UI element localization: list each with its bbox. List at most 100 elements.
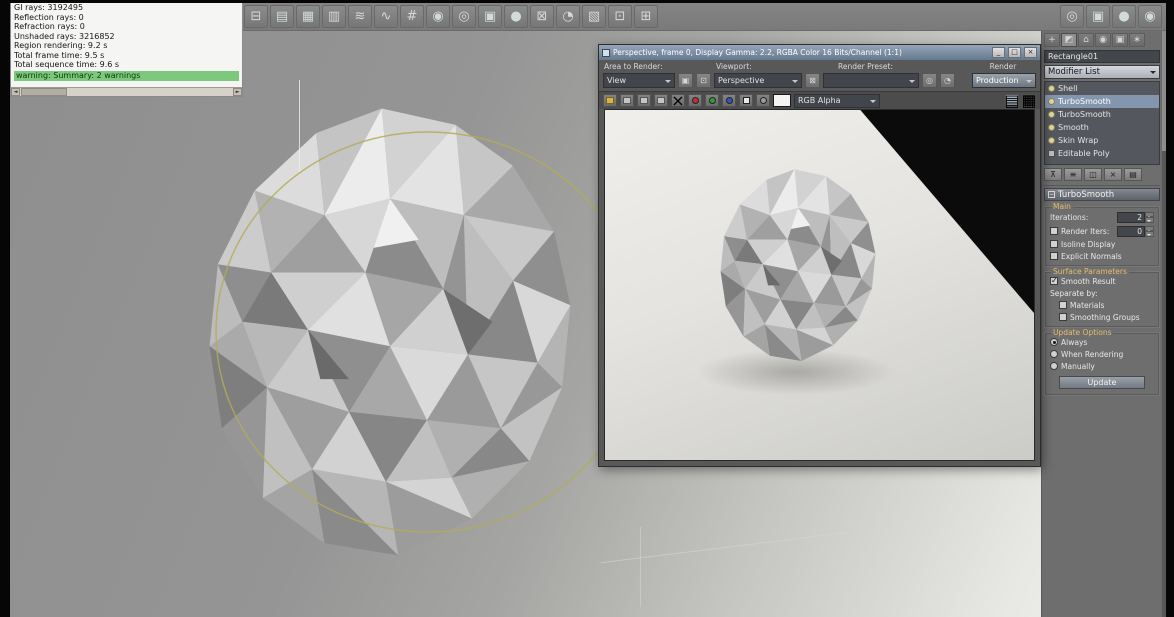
horizontal-scrollbar[interactable]: ◄ ►	[11, 87, 242, 96]
environment-icon[interactable]: ◔	[940, 73, 955, 88]
red-channel-icon[interactable]	[688, 94, 702, 107]
rendered-frame-window-icon[interactable]: ▣	[478, 5, 502, 28]
mono-square	[742, 97, 750, 104]
area-to-render-dropdown[interactable]: View	[603, 73, 675, 88]
render-iters-value[interactable]: 0	[1117, 225, 1145, 237]
visibility-bulb-icon[interactable]	[1048, 137, 1055, 144]
schematic-view-icon[interactable]: #	[400, 5, 424, 28]
remove-modifier-icon[interactable]: ×	[1104, 168, 1122, 181]
render-setup-small-icon[interactable]: ◎	[922, 73, 937, 88]
green-channel-icon[interactable]	[705, 94, 719, 107]
track-view-icon[interactable]: ≋	[348, 5, 372, 28]
visibility-bulb-icon[interactable]	[1048, 124, 1055, 131]
quick-render-icon[interactable]: ●	[504, 5, 528, 28]
object-name-field[interactable]: Rectangle01	[1044, 50, 1160, 63]
crumpled-paper-model[interactable]	[185, 92, 595, 576]
viewport-dropdown[interactable]: Perspective	[714, 73, 802, 88]
show-end-result-icon[interactable]: ≡	[1064, 168, 1082, 181]
pin-stack-icon[interactable]: ⊼	[1044, 168, 1062, 181]
edit-region-icon[interactable]: ▣	[678, 73, 693, 88]
visibility-bulb-icon[interactable]	[1048, 98, 1055, 105]
modifier-stack-item-selected[interactable]: TurboSmooth	[1045, 95, 1159, 108]
transform-gizmo-axis[interactable]	[299, 80, 300, 172]
tab-display-icon[interactable]: ▣	[1112, 33, 1128, 47]
spinner-down-icon[interactable]	[1145, 231, 1154, 237]
render-setup-icon[interactable]: ◎	[452, 5, 476, 28]
explicit-normals-checkbox[interactable]	[1050, 252, 1058, 260]
monochrome-channel-icon[interactable]	[739, 94, 753, 107]
blue-channel-icon[interactable]	[722, 94, 736, 107]
align-icon[interactable]: ⊟	[244, 5, 268, 28]
render-preset-dropdown[interactable]	[823, 73, 919, 88]
collapse-icon[interactable]: −	[1048, 191, 1055, 198]
manually-radio[interactable]	[1050, 362, 1058, 370]
spinner-arrows	[1145, 211, 1154, 223]
configure-modifier-sets-icon[interactable]: ▤	[1124, 168, 1142, 181]
render-window-titlebar[interactable]: Perspective, frame 0, Display Gamma: 2.2…	[599, 45, 1040, 60]
maximize-button[interactable]: □	[1008, 47, 1021, 58]
curve-editor-icon[interactable]: ∿	[374, 5, 398, 28]
explicit-normals-label: Explicit Normals	[1061, 251, 1122, 261]
scroll-thumb[interactable]	[21, 88, 67, 96]
when-rendering-radio[interactable]	[1050, 350, 1058, 358]
modifier-stack-item[interactable]: Shell	[1045, 82, 1159, 95]
background-color-swatch[interactable]	[773, 94, 791, 107]
materials-checkbox[interactable]	[1059, 301, 1067, 309]
smoothing-groups-checkbox[interactable]	[1059, 313, 1067, 321]
scroll-left-icon[interactable]: ◄	[11, 88, 20, 96]
lock-viewport-icon[interactable]: ⊠	[805, 73, 820, 88]
tab-motion-icon[interactable]: ◉	[1095, 33, 1111, 47]
clear-image-icon[interactable]: ×	[671, 91, 685, 110]
percent-snap-icon[interactable]: ▧	[582, 5, 606, 28]
render-iters-spinner[interactable]: 0	[1117, 225, 1154, 237]
material-editor-2-icon[interactable]: ◉	[1138, 5, 1162, 28]
angle-snap-icon[interactable]: ◔	[556, 5, 580, 28]
visibility-bulb-icon[interactable]	[1048, 85, 1055, 92]
scene-explorer-icon[interactable]: ▦	[296, 5, 320, 28]
toggle-ui-overlays-icon[interactable]: ▤	[1004, 91, 1019, 110]
tab-utilities-icon[interactable]: ∗	[1129, 33, 1145, 47]
print-image-icon[interactable]	[654, 94, 668, 107]
named-selection-sets-icon[interactable]: ▥	[322, 5, 346, 28]
array-tool-icon[interactable]: ⊞	[634, 5, 658, 28]
copy-image-icon[interactable]	[620, 94, 634, 107]
tab-hierarchy-icon[interactable]: ⌂	[1078, 33, 1094, 47]
modifier-stack-item[interactable]: Smooth	[1045, 121, 1159, 134]
render-production-icon[interactable]: ●	[1112, 5, 1136, 28]
scroll-right-icon[interactable]: ►	[233, 88, 242, 96]
alpha-channel-icon[interactable]	[756, 94, 770, 107]
modifier-stack-item[interactable]: TurboSmooth	[1045, 108, 1159, 121]
render-mode-dropdown[interactable]: Production	[972, 73, 1036, 88]
channel-display-dropdown[interactable]: RGB Alpha	[794, 93, 880, 108]
iterations-spinner[interactable]: 2	[1117, 211, 1154, 223]
visibility-bulb-icon[interactable]	[1048, 111, 1055, 118]
spinner-snap-icon[interactable]: ⊡	[608, 5, 632, 28]
turbosmooth-rollout-header[interactable]: − TurboSmooth	[1044, 188, 1160, 201]
render-iters-checkbox[interactable]	[1050, 227, 1058, 235]
stat-line: Reflection rays: 0	[14, 12, 84, 22]
tab-modify-icon[interactable]: ◩	[1061, 33, 1077, 47]
tab-create-icon[interactable]: +	[1044, 33, 1060, 47]
render-setup-2-icon[interactable]: ◎	[1060, 5, 1084, 28]
auto-region-icon[interactable]: ⊡	[696, 73, 711, 88]
always-radio[interactable]	[1050, 338, 1058, 346]
toggle-ui-icon[interactable]: ▦	[1021, 91, 1036, 110]
isoline-display-checkbox[interactable]	[1050, 240, 1058, 248]
snaps-toggle-icon[interactable]: ⊠	[530, 5, 554, 28]
iterations-value[interactable]: 2	[1117, 211, 1145, 223]
modifier-list-dropdown[interactable]: Modifier List	[1044, 65, 1160, 79]
save-image-icon[interactable]	[603, 94, 617, 107]
modifier-stack-item[interactable]: Skin Wrap	[1045, 134, 1159, 147]
smooth-result-checkbox[interactable]	[1050, 276, 1058, 285]
modifier-stack-item[interactable]: Editable Poly	[1045, 147, 1159, 160]
close-button[interactable]: ×	[1024, 47, 1037, 58]
update-button[interactable]: Update	[1059, 376, 1145, 389]
rendered-frame-2-icon[interactable]: ▣	[1086, 5, 1110, 28]
layer-manager-icon[interactable]: ▤	[270, 5, 294, 28]
warning-line[interactable]: warning: Summary: 2 warnings	[14, 70, 239, 81]
spinner-down-icon[interactable]	[1145, 217, 1154, 223]
make-unique-icon[interactable]: ◫	[1084, 168, 1102, 181]
material-editor-icon[interactable]: ◉	[426, 5, 450, 28]
clone-window-icon[interactable]	[637, 94, 651, 107]
minimize-button[interactable]: _	[992, 47, 1005, 58]
